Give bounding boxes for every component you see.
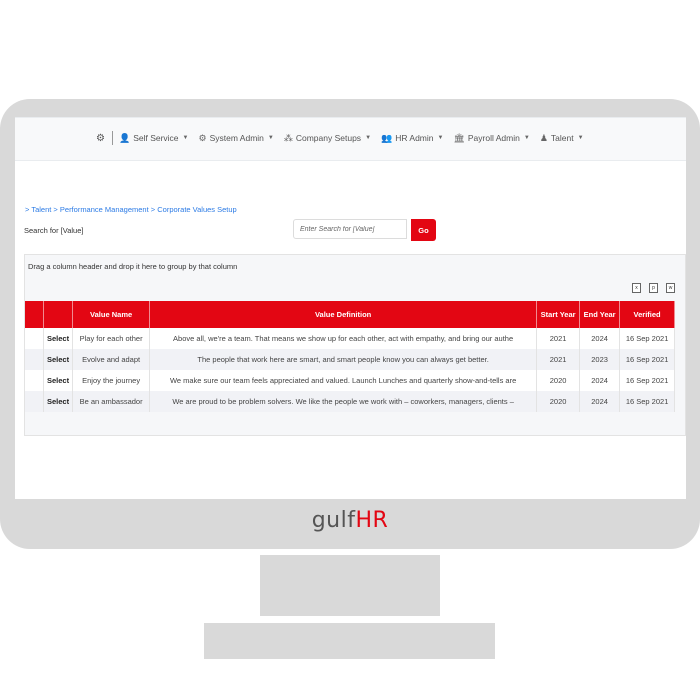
table-row: Select Evolve and adapt The people that … xyxy=(25,349,676,370)
app-screen: ⚙ 👤 Self Service ▼ ⚙ System Admin ▼ ⁂ Co… xyxy=(15,117,686,499)
start-year-cell: 2021 xyxy=(536,328,581,349)
verified-cell: 16 Sep 2021 xyxy=(619,349,676,370)
verified-cell: 16 Sep 2021 xyxy=(619,370,676,391)
menu-label: Company Setups xyxy=(295,133,362,143)
select-link[interactable]: Select xyxy=(43,349,74,370)
table-row: Select Be an ambassador We are proud to … xyxy=(25,391,676,412)
column-header-blank xyxy=(25,301,44,328)
start-year-cell: 2021 xyxy=(536,349,581,370)
excel-export-icon[interactable]: x xyxy=(632,283,641,293)
bank-icon: 🏛 xyxy=(453,132,465,143)
column-header-value-name[interactable]: Value Name xyxy=(72,301,151,328)
start-year-cell: 2020 xyxy=(536,370,581,391)
values-grid: Drag a column header and drop it here to… xyxy=(24,254,686,436)
column-header-start-year[interactable]: Start Year xyxy=(536,301,581,328)
scrollbar[interactable] xyxy=(686,159,700,499)
end-year-cell: 2024 xyxy=(579,370,621,391)
verified-cell: 16 Sep 2021 xyxy=(619,328,676,349)
menu-payroll-admin[interactable]: 🏛 Payroll Admin ▼ xyxy=(453,133,529,144)
search-label: Search for [Value] xyxy=(24,226,84,235)
value-definition-cell: We are proud to be problem solvers. We l… xyxy=(149,391,538,412)
caret-down-icon: ▼ xyxy=(182,135,189,141)
gear-icon[interactable]: ⚙ xyxy=(96,133,105,144)
user-list-icon: 👤 xyxy=(118,132,131,143)
menu-label: Talent xyxy=(550,133,574,143)
table-row: Select Enjoy the journey We make sure ou… xyxy=(25,370,676,391)
caret-down-icon: ▼ xyxy=(437,135,444,141)
column-header-end-year[interactable]: End Year xyxy=(579,301,621,328)
main-menu: ⚙ 👤 Self Service ▼ ⚙ System Admin ▼ ⁂ Co… xyxy=(96,131,594,145)
menu-label: System Admin xyxy=(209,133,264,143)
value-definition-cell: The people that work here are smart, and… xyxy=(149,349,538,370)
menu-self-service[interactable]: 👤 Self Service ▼ xyxy=(119,133,189,144)
values-table: Value Name Value Definition Start Year E… xyxy=(25,301,676,412)
menu-label: HR Admin xyxy=(395,133,434,143)
breadcrumb[interactable]: > Talent > Performance Management > Corp… xyxy=(25,205,237,214)
go-button[interactable]: Go xyxy=(411,219,436,241)
sitemap-icon: ⁂ xyxy=(283,132,293,143)
column-header-verified[interactable]: Verified xyxy=(619,301,676,328)
word-export-icon[interactable]: w xyxy=(666,283,675,293)
row-indicator xyxy=(25,349,44,370)
value-name-cell: Enjoy the journey xyxy=(72,370,151,391)
value-definition-cell: We make sure our team feels appreciated … xyxy=(149,370,538,391)
value-name-cell: Play for each other xyxy=(72,328,151,349)
caret-down-icon: ▼ xyxy=(267,135,274,141)
select-link[interactable]: Select xyxy=(43,328,74,349)
end-year-cell: 2023 xyxy=(579,349,621,370)
menu-company-setups[interactable]: ⁂ Company Setups ▼ xyxy=(284,133,371,144)
menu-system-admin[interactable]: ⚙ System Admin ▼ xyxy=(199,133,274,144)
brand-suffix: HR xyxy=(355,508,389,533)
monitor-stand-neck xyxy=(260,555,440,616)
brand-prefix: gulf xyxy=(311,508,356,533)
table-row: Select Play for each other Above all, we… xyxy=(25,328,676,349)
value-name-cell: Be an ambassador xyxy=(72,391,151,412)
group-by-drop-zone[interactable]: Drag a column header and drop it here to… xyxy=(28,262,237,271)
start-year-cell: 2020 xyxy=(536,391,581,412)
value-definition-cell: Above all, we're a team. That means we s… xyxy=(149,328,538,349)
cog-icon: ⚙ xyxy=(198,132,207,143)
column-header-select xyxy=(43,301,74,328)
value-name-cell: Evolve and adapt xyxy=(72,349,151,370)
top-nav-bar: ⚙ 👤 Self Service ▼ ⚙ System Admin ▼ ⁂ Co… xyxy=(15,117,686,161)
caret-down-icon: ▼ xyxy=(365,135,372,141)
brand-logo: gulfHR xyxy=(0,508,700,533)
row-indicator xyxy=(25,391,44,412)
menu-talent[interactable]: ♟ Talent ▼ xyxy=(540,133,584,144)
menu-label: Payroll Admin xyxy=(467,133,520,143)
verified-cell: 16 Sep 2021 xyxy=(619,391,676,412)
nav-divider xyxy=(111,131,113,145)
pdf-export-icon[interactable]: p xyxy=(649,283,658,293)
end-year-cell: 2024 xyxy=(579,391,621,412)
user-tie-icon: ♟ xyxy=(539,132,548,143)
end-year-cell: 2024 xyxy=(579,328,621,349)
menu-hr-admin[interactable]: 👥 HR Admin ▼ xyxy=(381,133,443,144)
search-input[interactable] xyxy=(293,219,407,239)
header-row: Value Name Value Definition Start Year E… xyxy=(25,301,676,328)
select-link[interactable]: Select xyxy=(43,370,74,391)
users-icon: 👥 xyxy=(381,132,393,143)
menu-label: Self Service xyxy=(133,133,179,143)
select-link[interactable]: Select xyxy=(43,391,74,412)
caret-down-icon: ▼ xyxy=(523,135,530,141)
caret-down-icon: ▼ xyxy=(577,135,584,141)
row-indicator xyxy=(25,370,44,391)
monitor-stand-base xyxy=(204,623,495,659)
row-indicator xyxy=(25,328,44,349)
column-header-value-definition[interactable]: Value Definition xyxy=(149,301,538,328)
export-toolbar: x p w xyxy=(632,283,675,293)
